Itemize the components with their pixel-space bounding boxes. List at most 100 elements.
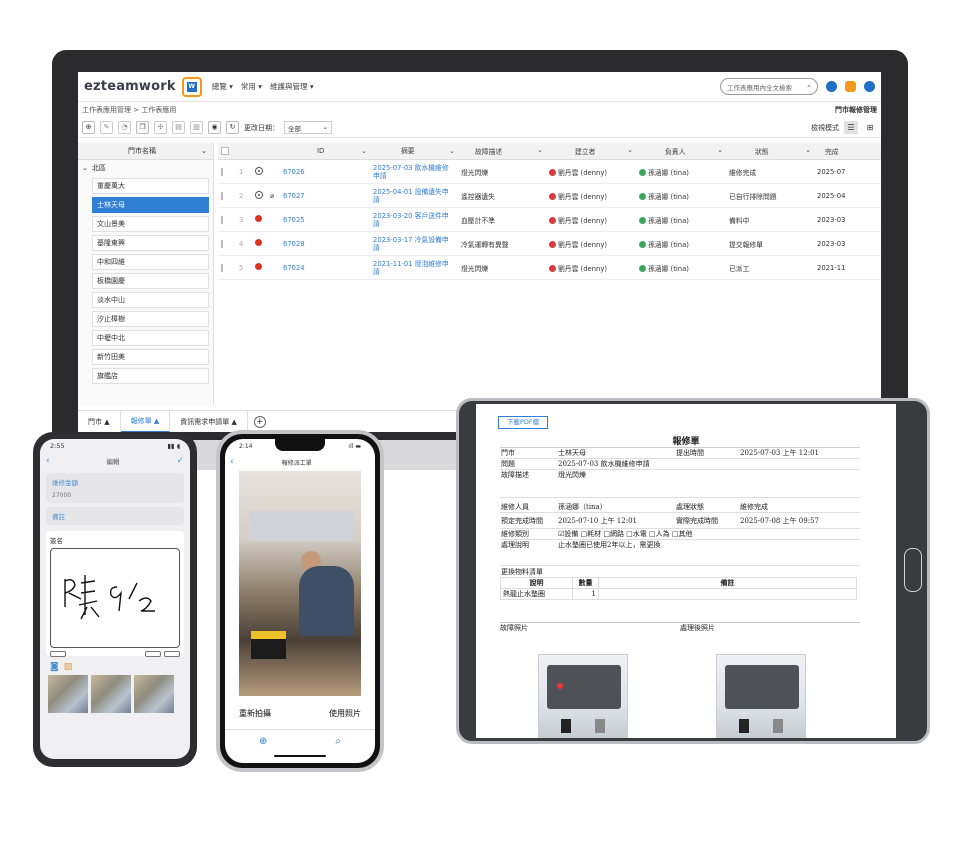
- creator-name: 劉丹雲 (denny): [558, 168, 607, 177]
- menu-overview[interactable]: 總覽 ▾: [212, 81, 233, 92]
- move-icon[interactable]: ✣: [154, 121, 167, 134]
- record-id-link[interactable]: 67026: [280, 168, 370, 176]
- back-icon[interactable]: ‹: [46, 456, 50, 466]
- retake-button[interactable]: 重新拍攝: [239, 708, 271, 719]
- sidebar-item-store[interactable]: 基隆東興: [92, 235, 209, 251]
- menu-common[interactable]: 常用 ▾: [241, 81, 262, 92]
- table-row[interactable]: 2 ⌀ 67027 2025-04-01 設備遺失申請 遙控器遺失 劉丹雲 (denny)…: [218, 184, 881, 208]
- table-row[interactable]: 5 67024 2021-11-01 燈泡維修申請 燈光閃爍 劉丹雲 (denny) 孫涵…: [218, 256, 881, 280]
- attached-photo[interactable]: [48, 675, 88, 713]
- global-search-input[interactable]: 工作表應用內全文檢索 ⌕: [720, 78, 818, 95]
- date-filter-select[interactable]: 全部 ⌄: [284, 121, 332, 134]
- add-icon[interactable]: ⊕: [259, 736, 267, 747]
- camera-icon[interactable]: ◙: [50, 662, 59, 672]
- user-icon[interactable]: [864, 81, 875, 92]
- gallery-icon[interactable]: ▨: [64, 662, 73, 672]
- tab-store[interactable]: 門市 ▲: [78, 410, 121, 432]
- pending-status-icon: [255, 215, 262, 222]
- attached-photo[interactable]: [91, 675, 131, 713]
- confirm-icon[interactable]: ✓: [176, 456, 184, 466]
- download-pdf-button[interactable]: 下載PDF檔: [498, 416, 548, 429]
- record-summary-link[interactable]: 2025-04-01 設備遺失申請: [370, 188, 458, 204]
- record-summary-link[interactable]: 2021-11-01 燈泡維修申請: [370, 260, 458, 276]
- record-id-link[interactable]: 67027: [280, 192, 370, 200]
- record-id-link[interactable]: 67025: [280, 216, 370, 224]
- before-photo[interactable]: [538, 654, 628, 738]
- record-summary-link[interactable]: 2025-07-03 飲水機維修申請: [370, 164, 458, 180]
- copy-icon[interactable]: ❐: [136, 121, 149, 134]
- notify-icon[interactable]: ◔: [118, 121, 131, 134]
- undo-sign-button[interactable]: [145, 651, 161, 657]
- sidebar-item-store[interactable]: 文山景美: [92, 216, 209, 232]
- sidebar-item-store[interactable]: 中壢中北: [92, 330, 209, 346]
- bottom-tabbar: ⊕ ⌕: [225, 729, 375, 763]
- grid-view-icon[interactable]: ⊞: [863, 121, 877, 134]
- table-row[interactable]: 4 67028 2023-03-17 冷氣設備申請 冷氣運轉有異聲 劉丹雲 (denny…: [218, 232, 881, 256]
- add-icon[interactable]: ⊕: [82, 121, 95, 134]
- after-photo[interactable]: [716, 654, 806, 738]
- col-description[interactable]: 故障描述: [461, 146, 502, 156]
- row-checkbox[interactable]: [221, 191, 223, 200]
- table-row[interactable]: 3 67025 2023-03-20 客戶送件申請 血壓計不準 劉丹雲 (denny) 孫…: [218, 208, 881, 232]
- add-tab-icon[interactable]: +: [253, 415, 266, 428]
- form-title: 報修單: [672, 437, 700, 447]
- settings-icon[interactable]: [826, 81, 837, 92]
- col-summary[interactable]: 摘要: [373, 147, 415, 155]
- attachment-icon[interactable]: ⌀: [270, 192, 274, 200]
- creator-name: 劉丹雲 (denny): [558, 240, 607, 249]
- sidebar-item-store[interactable]: 新竹田美: [92, 349, 209, 365]
- col-completed[interactable]: 完成: [817, 146, 839, 156]
- col-assignee[interactable]: 負責人: [639, 146, 685, 156]
- signature-label: 簽名: [50, 537, 63, 545]
- remarks-field[interactable]: 備註: [46, 507, 184, 525]
- col-status[interactable]: 狀態: [729, 146, 769, 156]
- attached-photo[interactable]: [134, 675, 174, 713]
- table-row[interactable]: 1 67026 2025-07-03 飲水機維修申請 燈光閃爍 劉丹雲 (denny) 孫…: [218, 160, 881, 184]
- sidebar-item-store[interactable]: 重慶萬大: [92, 178, 209, 194]
- row-checkbox[interactable]: [221, 239, 223, 248]
- record-summary-link[interactable]: 2023-03-20 客戶送件申請: [370, 212, 458, 228]
- delete-icon[interactable]: ▥: [190, 121, 203, 134]
- clear-sign-button[interactable]: [50, 651, 66, 657]
- record-summary-link[interactable]: 2023-03-17 冷氣設備申請: [370, 236, 458, 252]
- sidebar-item-store[interactable]: 士林天母: [92, 197, 209, 213]
- signature-canvas[interactable]: [50, 548, 180, 648]
- sidebar-item-store[interactable]: 淡水中山: [92, 292, 209, 308]
- col-creator[interactable]: 建立者: [549, 146, 595, 156]
- repair-amount-field[interactable]: 維修金額 27000: [46, 473, 184, 503]
- tab-it-request[interactable]: 資訊需求申請單 ▲: [170, 410, 248, 432]
- desktop-screen: ezteamwork W 總覽 ▾ 常用 ▾ 維護與管理 ▾ 工作表應用內全文檢…: [78, 72, 881, 432]
- menu-maintenance[interactable]: 維護與管理 ▾: [270, 81, 314, 92]
- sidebar-group[interactable]: ⌄ 北區: [78, 160, 213, 175]
- record-id-link[interactable]: 67028: [280, 240, 370, 248]
- record-id-link[interactable]: 67024: [280, 264, 370, 272]
- help-icon[interactable]: [845, 81, 856, 92]
- form-value: 2025-07-03 飲水機維修申請: [558, 460, 650, 468]
- breadcrumb[interactable]: 工作表應用管理 > 工作表應用: [82, 105, 176, 115]
- sidebar-item-store[interactable]: 板橋園慶: [92, 273, 209, 289]
- tab-repair[interactable]: 報修單 ▲: [120, 410, 171, 432]
- sidebar-item-store[interactable]: 中和四維: [92, 254, 209, 270]
- android-screen: 2:55 ▮▮ ◖ ‹ 編輯 ✓ 維修金額 27000 備註 簽名 ◙ ▨: [40, 439, 190, 759]
- tablet-screen: 下載PDF檔 報修單 門市 士林天母 提出時間 2025-07-03 上午 12:01…: [476, 404, 896, 738]
- creator-name: 劉丹雲 (denny): [558, 264, 607, 273]
- row-checkbox[interactable]: [221, 167, 223, 176]
- row-checkbox[interactable]: [221, 263, 223, 272]
- signature-panel: 簽名: [46, 531, 184, 657]
- print-icon[interactable]: ▤: [172, 121, 185, 134]
- search-icon[interactable]: ⌕: [335, 736, 341, 747]
- app-logo[interactable]: ezteamwork: [84, 79, 176, 94]
- sidebar-item-store[interactable]: 汐止樟樹: [92, 311, 209, 327]
- col-id[interactable]: ID: [283, 147, 324, 155]
- sidebar-item-store[interactable]: 旗艦店: [92, 368, 209, 384]
- view-icon[interactable]: ◉: [208, 121, 221, 134]
- row-checkbox[interactable]: [221, 215, 223, 224]
- list-view-icon[interactable]: ☰: [844, 121, 858, 134]
- use-photo-button[interactable]: 使用照片: [329, 708, 361, 719]
- edit-icon[interactable]: ✎: [100, 121, 113, 134]
- save-sign-button[interactable]: [164, 651, 180, 657]
- sidebar-header[interactable]: 門市名稱 ⌄: [78, 143, 213, 160]
- form-label: 實際完成時間: [676, 516, 718, 525]
- select-all-checkbox[interactable]: [221, 147, 229, 155]
- refresh-icon[interactable]: ↻: [226, 121, 239, 134]
